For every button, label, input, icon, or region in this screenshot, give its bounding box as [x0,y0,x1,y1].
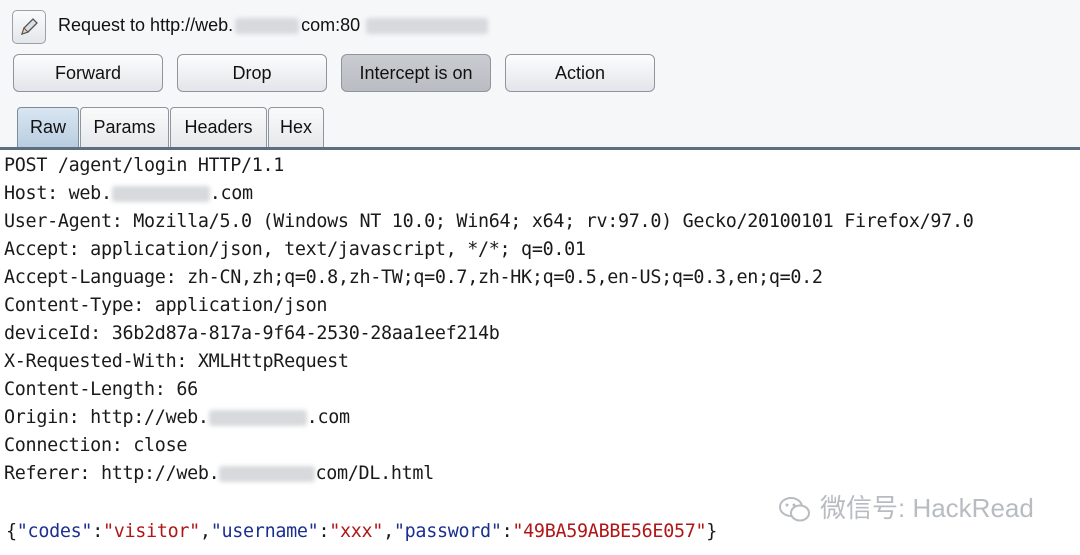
json-open-brace: { [6,521,17,542]
accept-language-header: Accept-Language: zh-CN,zh;q=0.8,zh-TW;q=… [4,267,823,288]
tab-headers[interactable]: Headers [170,107,267,147]
json-value-password: "49BA59ABBE56E057" [512,521,707,542]
json-comma: , [383,521,394,542]
host-header: Host: web. .com [4,183,253,204]
origin-suffix: .com [306,407,350,428]
request-line: POST /agent/login HTTP/1.1 [4,155,285,176]
watermark-text: 微信号: HackRead [820,493,1034,523]
user-agent-header: User-Agent: Mozilla/5.0 (Windows NT 10.0… [4,211,974,232]
redacted-domain [235,18,300,35]
origin-header: Origin: http://web. .com [4,407,350,428]
host-prefix: Host: web. [4,183,112,204]
accept-header: Accept: application/json, text/javascrip… [4,239,586,260]
json-comma: , [199,521,211,542]
wechat-icon [779,497,810,522]
drop-button[interactable]: Drop [177,54,327,92]
json-body: {"codes":"visitor","username":"xxx","pas… [6,521,717,542]
json-colon: : [318,521,330,542]
json-colon: : [501,521,513,542]
request-url-suffix: com:80 [301,15,361,35]
redacted-referer [219,466,316,482]
action-button[interactable]: Action [505,54,655,92]
x-requested-with-header: X-Requested-With: XMLHttpRequest [4,351,349,372]
edit-request-button[interactable] [12,10,46,44]
tab-raw[interactable]: Raw [17,107,79,147]
proxy-intercept-toolbar: Request to http://web. com:80 Forward Dro… [0,0,1080,148]
host-suffix: .com [209,183,253,204]
forward-button[interactable]: Forward [13,54,163,92]
request-url-prefix: Request to http://web. [58,15,234,35]
json-close-brace: } [706,521,718,542]
json-colon: : [92,521,103,542]
json-key-codes: "codes" [16,521,93,542]
content-type-header: Content-Type: application/json [4,295,328,316]
tab-params[interactable]: Params [80,107,169,147]
tab-hex[interactable]: Hex [268,107,324,147]
referer-header: Referer: http://web. com/DL.html [4,463,434,484]
tab-divider [0,147,1080,150]
json-value-username: "xxx" [329,521,384,542]
intercept-toggle-button[interactable]: Intercept is on [341,54,491,92]
origin-prefix: Origin: http://web. [4,407,209,428]
connection-header: Connection: close [4,435,188,456]
pencil-icon [20,18,38,36]
redacted-host [111,186,210,202]
json-key-username: "username" [210,521,319,542]
content-length-header: Content-Length: 66 [4,379,198,400]
json-value-codes: "visitor" [102,521,200,542]
request-target-label: Request to http://web. com:80 [58,15,489,36]
referer-suffix: com/DL.html [315,463,434,484]
redacted-ip [366,18,489,35]
referer-prefix: Referer: http://web. [4,463,220,484]
json-key-password: "password" [393,521,502,542]
redacted-origin [208,410,307,426]
watermark: 微信号: HackRead [778,488,1034,525]
device-id-header: deviceId: 36b2d87a-817a-9f64-2530-28aa1e… [4,323,500,344]
